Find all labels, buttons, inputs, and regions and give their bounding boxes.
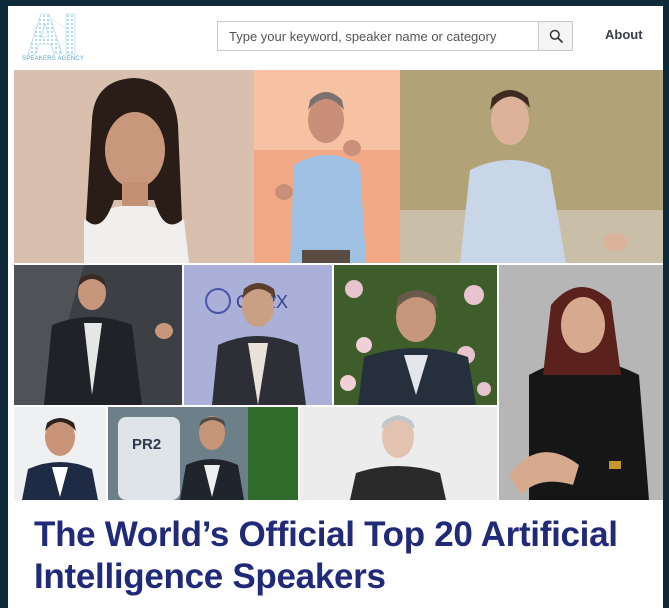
speaker-photo-sophia-robot <box>300 407 497 500</box>
search-button[interactable] <box>538 22 572 50</box>
speaker-photo-woman-white-shirt <box>14 70 254 263</box>
speaker-photo-man-smiling-suit <box>14 407 106 500</box>
speaker-photo-man-suit-dark-stage <box>14 265 182 405</box>
logo-subtext: SPEAKERS AGENCY <box>22 56 85 62</box>
logo-mark <box>27 13 76 55</box>
search-input[interactable] <box>218 22 540 50</box>
speaker-photo-man-with-pr2-robot: PR2 <box>108 407 298 500</box>
search-box <box>217 21 573 51</box>
site-logo[interactable]: SPEAKERS AGENCY <box>22 10 84 66</box>
speaker-photo-man-gesturing-stage <box>254 70 400 263</box>
speakers-photo-collage: CORX <box>14 70 663 500</box>
speaker-photo-young-man-presenting <box>400 70 663 263</box>
speaker-photo-woman-black-top <box>499 265 663 500</box>
tile-label-pr2: PR2 <box>132 436 161 453</box>
page: SPEAKERS AGENCY About <box>8 6 663 608</box>
search-icon <box>549 29 563 43</box>
speaker-photo-man-conference-corx: CORX <box>184 265 332 405</box>
page-title: The World’s Official Top 20 Artificial I… <box>34 515 618 596</box>
nav-about-link[interactable]: About <box>605 27 643 42</box>
speaker-photo-man-flower-wall <box>334 265 497 405</box>
